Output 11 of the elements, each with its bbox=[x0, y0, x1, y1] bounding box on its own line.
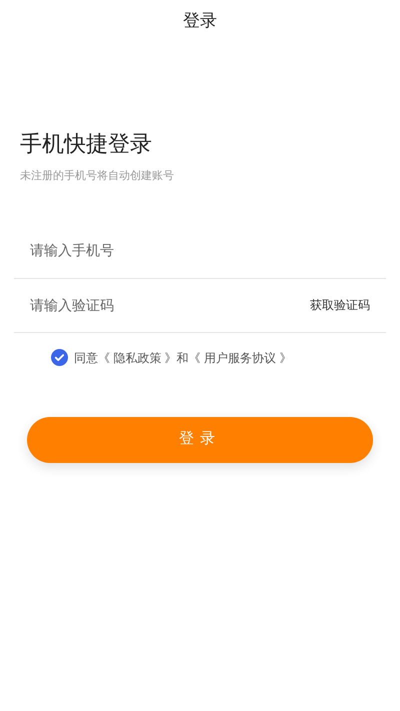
page-heading: 手机快捷登录 bbox=[20, 130, 153, 158]
user-agreement-link[interactable]: 《 用户服务协议 》 bbox=[188, 350, 292, 364]
window-title: 登录 bbox=[183, 10, 217, 32]
subtitle: 未注册的手机号将自动创建账号 bbox=[20, 168, 175, 184]
privacy-policy-link[interactable]: 《 隐私政策 》 bbox=[98, 350, 177, 364]
get-code-button[interactable]: 获取验证码 bbox=[310, 296, 370, 314]
checkmark-icon bbox=[54, 352, 65, 363]
agree-checkbox[interactable] bbox=[51, 349, 68, 366]
code-input-field[interactable]: 请输入验证码 bbox=[30, 294, 310, 316]
phone-input-field[interactable]: 请输入手机号 bbox=[30, 240, 370, 260]
agreement-text: 同意《 隐私政策 》和《 用户服务协议 》 bbox=[74, 350, 292, 366]
